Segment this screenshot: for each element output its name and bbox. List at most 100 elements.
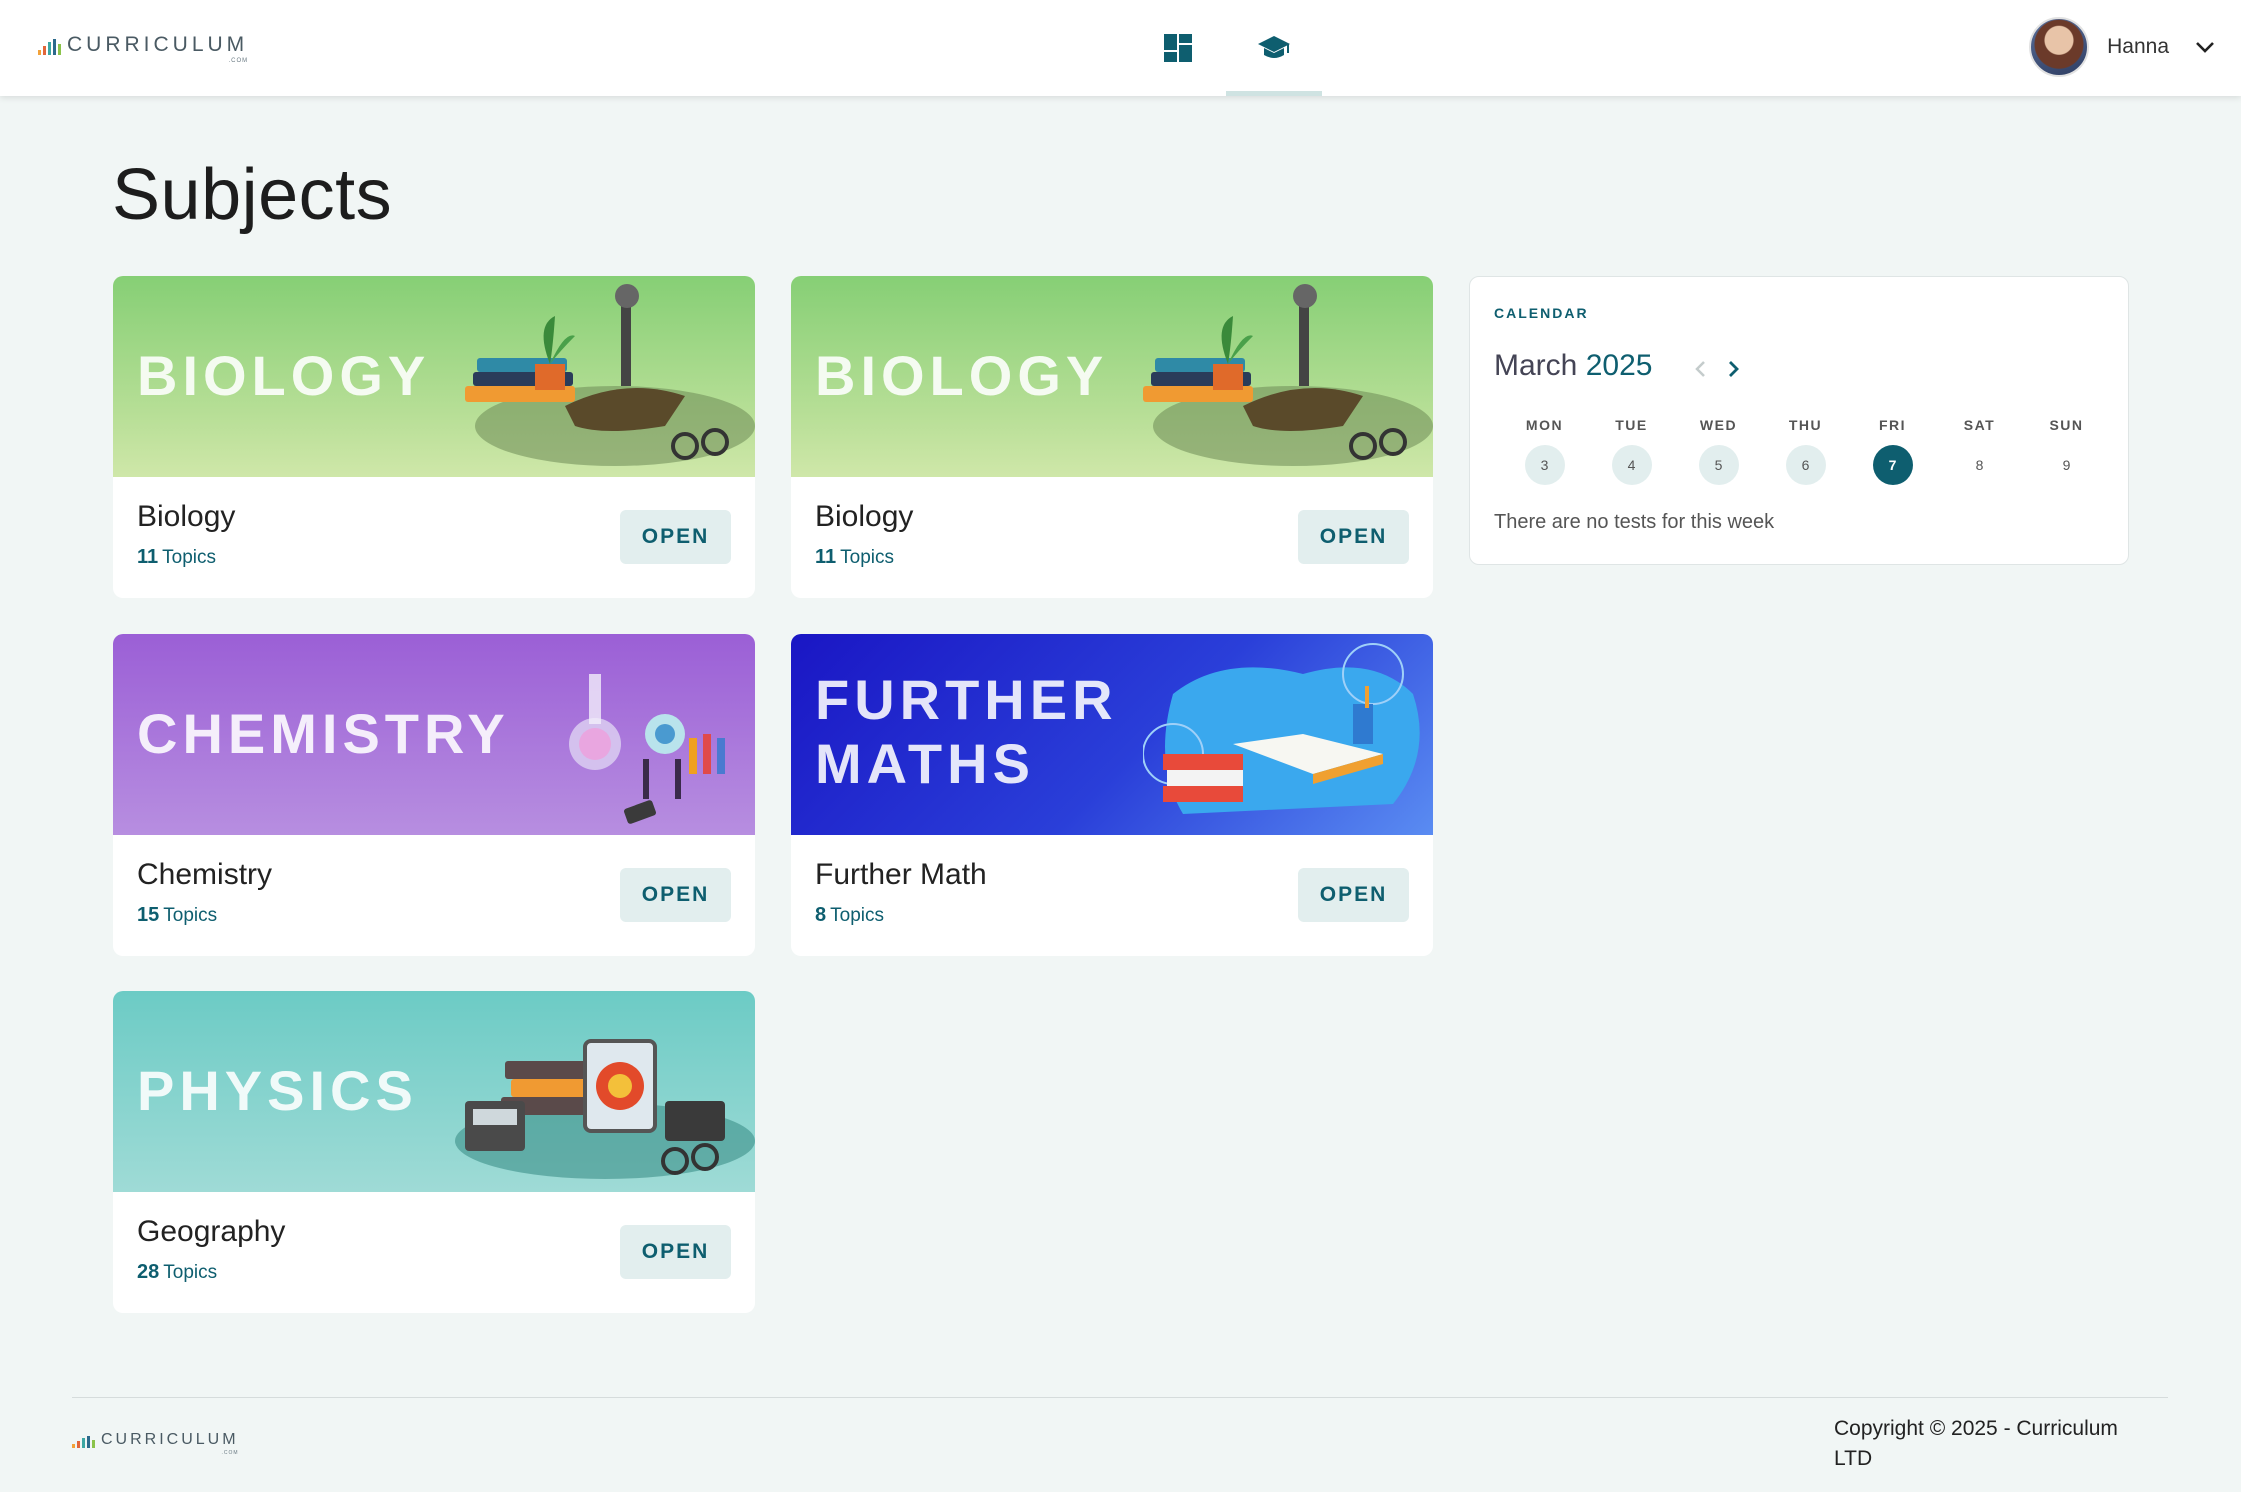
calendar-day: THU 6 [1762,417,1849,485]
topics-number: 11 [137,546,159,568]
day-name: FRI [1878,417,1907,433]
graduation-cap-icon [1258,36,1290,58]
day-name: THU [1788,417,1823,433]
prev-week-button[interactable] [1686,355,1714,383]
logo-sub: .COM [228,58,249,64]
chemistry-illustration [569,674,725,824]
dashboard-icon [1164,34,1192,62]
calendar-label: CALENDAR [1494,305,1589,321]
brand-logo[interactable]: CURRICULUM .COM [38,33,249,64]
nav-dashboard[interactable] [1130,0,1226,96]
topics-number: 8 [815,904,827,926]
topics-count: 15 Topics [137,904,217,927]
next-week-button[interactable] [1720,355,1748,383]
topics-number: 28 [137,1261,160,1283]
subject-title: Geography [137,1215,286,1248]
calendar-day: MON 3 [1501,417,1588,485]
banner-text: PHYSICS [137,1059,418,1122]
logo-bars-icon [72,1435,95,1448]
subject-banner: CHEMISTRY [113,634,755,835]
calendar-month: March [1494,349,1578,382]
maths-illustration [1143,643,1420,814]
subject-title: Biology [137,500,236,533]
logo-text: CURRICULUM [67,33,249,56]
calendar-week: MON 3 TUE 4 WED 5 THU 6 FRI 7 SAT 8 SUN … [1501,417,2110,485]
subject-card-chemistry: CHEMISTRY Chemistry 15 Topics OPEN [113,634,755,956]
calendar-day: SAT 8 [1936,417,2023,485]
topics-label: Topics [840,547,895,568]
footer-divider [72,1397,2168,1398]
nav-subjects[interactable] [1226,0,1322,96]
open-button[interactable]: OPEN [1298,868,1409,922]
logo-sub: .COM [221,1450,239,1456]
topics-number: 11 [815,546,837,568]
footer-logo[interactable]: CURRICULUM .COM [72,1431,239,1456]
day-name: SUN [2049,417,2084,433]
day-name: TUE [1615,417,1648,433]
subject-card-biology: BIOLOGY Biology 11 Topics OPEN [113,276,755,598]
subject-banner: BIOLOGY [113,276,755,477]
topics-count: 11 Topics [137,546,216,569]
topics-label: Topics [830,905,884,926]
banner-line-1: FURTHER [815,668,1118,731]
user-name: Hanna [2107,35,2169,58]
chevron-right-icon [1729,361,1739,377]
topics-label: Topics [162,547,217,568]
calendar-day: TUE 4 [1588,417,1675,485]
day-number-today[interactable]: 7 [1872,445,1913,485]
subject-title: Chemistry [137,858,273,891]
avatar[interactable] [2029,17,2090,77]
day-name: SAT [1963,417,1996,433]
calendar-day: SUN 9 [2023,417,2110,485]
day-name: MON [1525,417,1564,433]
topics-count: 8 Topics [815,904,884,927]
subject-banner: BIOLOGY [791,276,1433,477]
day-name: WED [1699,417,1738,433]
calendar-empty-message: There are no tests for this week [1494,511,1775,533]
main-nav [1130,0,1322,96]
top-bar: CURRICULUM .COM Hanna [0,0,2241,96]
chevron-left-icon [1695,361,1705,377]
open-button[interactable]: OPEN [1298,510,1409,564]
open-button[interactable]: OPEN [620,510,731,564]
open-button[interactable]: OPEN [620,1225,731,1279]
calendar-widget: CALENDAR March 2025 MON 3 TUE 4 WED 5 TH… [1469,276,2129,565]
day-number[interactable]: 9 [2047,445,2087,485]
copyright-text: Copyright © 2025 - Curriculum LTD [1834,1417,2118,1470]
topics-count: 11 Topics [815,546,894,569]
topics-label: Topics [163,1262,218,1283]
banner-text: BIOLOGY [137,344,431,407]
banner-text: CHEMISTRY [137,702,510,765]
logo-bars-icon [38,37,61,55]
subject-banner: PHYSICS [113,991,755,1192]
calendar-day: WED 5 [1675,417,1762,485]
page-title: Subjects [112,155,393,235]
day-number[interactable]: 3 [1524,445,1565,485]
chevron-down-icon[interactable] [2195,41,2215,53]
subject-title: Biology [815,500,914,533]
physics-illustration [455,1039,755,1179]
calendar-day: FRI 7 [1849,417,1936,485]
topics-count: 28 Topics [137,1261,217,1284]
banner-line-2: MATHS [815,732,1035,795]
subject-banner: FURTHER MATHS [791,634,1433,835]
day-number[interactable]: 6 [1785,445,1826,485]
day-number[interactable]: 5 [1698,445,1739,485]
subject-card-geography: PHYSICS Geography 28 Topics OPEN [113,991,755,1313]
topics-number: 15 [137,904,160,926]
calendar-month-year: March 2025 [1494,349,1652,383]
user-menu[interactable]: Hanna [2029,17,2215,77]
subject-card-further-math: FURTHER MATHS Further Math 8 Topics OPEN [791,634,1433,956]
subject-title: Further Math [815,858,987,891]
logo-text: CURRICULUM [101,1431,239,1448]
topics-label: Topics [163,905,218,926]
day-number[interactable]: 8 [1960,445,2000,485]
biology-illustration [1143,284,1433,466]
biology-illustration [465,284,755,466]
banner-text: BIOLOGY [815,344,1109,407]
subject-card-biology-2: BIOLOGY Biology 11 Topics OPEN [791,276,1433,598]
day-number[interactable]: 4 [1611,445,1652,485]
banner-text: FURTHER MATHS [815,668,1118,796]
open-button[interactable]: OPEN [620,868,731,922]
calendar-year: 2025 [1585,349,1653,382]
